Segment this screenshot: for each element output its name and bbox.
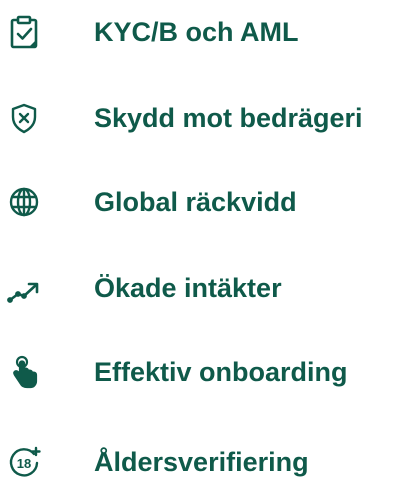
feature-item-efficient-onboarding: Effektiv onboarding xyxy=(0,342,410,402)
feature-label: KYC/B och AML xyxy=(94,17,299,47)
feature-label: Effektiv onboarding xyxy=(94,357,348,387)
feature-item-global-reach: Global räckvidd xyxy=(0,172,410,232)
clipboard-check-icon xyxy=(6,14,42,50)
age-18-plus-icon: 18 xyxy=(6,444,42,480)
feature-label: Ökade intäkter xyxy=(94,273,282,303)
trending-up-icon xyxy=(6,270,42,306)
feature-list: KYC/B och AML Skydd mot bedrägeri Global… xyxy=(0,0,410,497)
globe-icon xyxy=(6,184,42,220)
feature-item-fraud-protection: Skydd mot bedrägeri xyxy=(0,88,410,148)
shield-x-icon xyxy=(6,100,42,136)
feature-label: Global räckvidd xyxy=(94,187,297,217)
feature-label: Skydd mot bedrägeri xyxy=(94,103,363,133)
hand-pointer-icon xyxy=(6,354,42,390)
feature-label: Åldersverifiering xyxy=(94,447,309,477)
feature-item-kyc-aml: KYC/B och AML xyxy=(0,2,410,62)
feature-item-age-verification: 18 Åldersverifiering xyxy=(0,432,410,492)
svg-text:18: 18 xyxy=(17,456,31,471)
feature-item-increased-revenue: Ökade intäkter xyxy=(0,258,410,318)
